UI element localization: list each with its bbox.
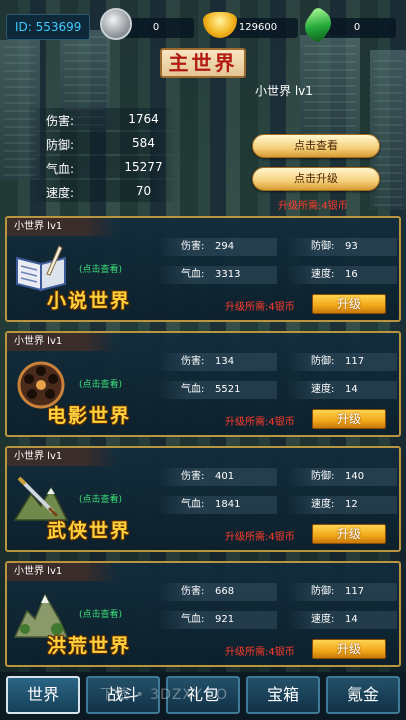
hp-label: 气血:: [181, 499, 205, 510]
hp-label: 气血:: [181, 269, 205, 280]
main-world-level: 小世界 lv1: [255, 84, 313, 98]
damage-value: 134: [215, 356, 235, 367]
world-level-tag: 小世界 lv1: [7, 333, 117, 351]
world-damage: 伤害: 294: [157, 238, 277, 256]
stat-hp: 气血: 15277: [26, 156, 176, 178]
world-speed: 速度: 14: [287, 381, 397, 399]
upgrade-main-world-button[interactable]: 点击升级: [252, 167, 380, 191]
world-speed: 速度: 12: [287, 496, 397, 514]
world-speed: 速度: 14: [287, 611, 397, 629]
world-hp: 气血: 3313: [157, 266, 277, 284]
damage-value: 668: [215, 586, 235, 597]
hp-label: 气血:: [181, 384, 205, 395]
world-hp: 气血: 5521: [157, 381, 277, 399]
world-speed: 速度: 16: [287, 266, 397, 284]
view-main-world-button[interactable]: 点击查看: [252, 134, 380, 158]
upgrade-requirement: 升级所需:4银币: [225, 647, 295, 658]
stat-defense: 防御: 584: [26, 132, 176, 154]
hp-value: 921: [215, 614, 235, 625]
world-defense: 防御: 140: [287, 468, 397, 486]
view-link[interactable]: (点击查看): [79, 262, 122, 275]
speed-value: 14: [345, 384, 358, 395]
world-hp: 气血: 1841: [157, 496, 277, 514]
main-world-title: 主世界: [160, 48, 246, 78]
stat-value: 70: [135, 184, 152, 198]
defense-label: 防御:: [311, 356, 335, 367]
world-level-tag: 小世界 lv1: [7, 563, 117, 581]
upgrade-button[interactable]: 升级: [312, 524, 386, 544]
world-damage: 伤害: 134: [157, 353, 277, 371]
damage-label: 伤害:: [181, 471, 205, 482]
damage-label: 伤害:: [181, 586, 205, 597]
hp-value: 1841: [215, 499, 241, 510]
damage-value: 401: [215, 471, 235, 482]
world-level-tag: 小世界 lv1: [7, 218, 117, 236]
stat-label: 防御:: [46, 138, 75, 152]
upgrade-button[interactable]: 升级: [312, 294, 386, 314]
world-name: 电影世界: [47, 405, 132, 427]
stat-value: 15277: [124, 160, 163, 174]
world-panel-primordial: 小世界 lv1 (点击查看) 洪荒世界 伤害: 668 防御: 117 气血: 921…: [5, 561, 401, 667]
defense-value: 117: [345, 586, 365, 597]
resource-bar: ID: 553699 0 129600 0: [0, 0, 406, 52]
hp-label: 气血:: [181, 614, 205, 625]
world-panel-wuxia: 小世界 lv1 (点击查看) 武侠世界 伤害: 401 防御: 140 气血: 184…: [5, 446, 401, 552]
stat-label: 气血:: [46, 162, 75, 176]
world-defense: 防御: 93: [287, 238, 397, 256]
world-hp: 气血: 921: [157, 611, 277, 629]
upgrade-requirement: 升级所需:4银币: [225, 532, 295, 543]
upgrade-button[interactable]: 升级: [312, 409, 386, 429]
defense-value: 140: [345, 471, 365, 482]
defense-label: 防御:: [311, 471, 335, 482]
view-link[interactable]: (点击查看): [79, 377, 122, 390]
world-damage: 伤害: 401: [157, 468, 277, 486]
world-damage: 伤害: 668: [157, 583, 277, 601]
damage-label: 伤害:: [181, 241, 205, 252]
world-name: 武侠世界: [47, 520, 132, 542]
nav-tab-recharge[interactable]: 氪金: [326, 676, 400, 714]
world-panel-novel: 小世界 lv1 (点击查看) 小说世界 伤害: 294 防御: 93 气血: 3313…: [5, 216, 401, 322]
world-level-tag: 小世界 lv1: [7, 448, 117, 466]
defense-label: 防御:: [311, 241, 335, 252]
view-link[interactable]: (点击查看): [79, 607, 122, 620]
world-name: 洪荒世界: [47, 635, 132, 657]
player-id: ID: 553699: [6, 14, 90, 40]
speed-value: 16: [345, 269, 358, 280]
speed-label: 速度:: [311, 269, 335, 280]
watermark: 下载 • 3DZXY.CO: [100, 687, 228, 703]
upgrade-requirement: 升级所需:4银币: [225, 417, 295, 428]
speed-label: 速度:: [311, 384, 335, 395]
world-name: 小说世界: [47, 290, 132, 312]
view-link[interactable]: (点击查看): [79, 492, 122, 505]
speed-label: 速度:: [311, 614, 335, 625]
world-defense: 防御: 117: [287, 583, 397, 601]
nav-tab-chest[interactable]: 宝箱: [246, 676, 320, 714]
world-defense: 防御: 117: [287, 353, 397, 371]
main-upgrade-requirement: 升级所需:4银币: [278, 201, 348, 212]
defense-label: 防御:: [311, 586, 335, 597]
stat-damage: 伤害: 1764: [26, 108, 176, 130]
nav-tab-world[interactable]: 世界: [6, 676, 80, 714]
defense-value: 93: [345, 241, 358, 252]
silver-coin-icon: [100, 8, 132, 40]
stat-value: 584: [132, 136, 155, 150]
world-panel-film: 小世界 lv1 (点击查看) 电影世界 伤害: 134 防御: 117 气血: 552…: [5, 331, 401, 437]
green-gem-icon: [299, 5, 337, 45]
damage-value: 294: [215, 241, 235, 252]
stat-label: 伤害:: [46, 114, 75, 128]
speed-value: 12: [345, 499, 358, 510]
speed-label: 速度:: [311, 499, 335, 510]
defense-value: 117: [345, 356, 365, 367]
hp-value: 5521: [215, 384, 241, 395]
stat-value: 1764: [128, 112, 159, 126]
speed-value: 14: [345, 614, 358, 625]
stat-label: 速度:: [46, 186, 75, 200]
hp-value: 3313: [215, 269, 241, 280]
upgrade-button[interactable]: 升级: [312, 639, 386, 659]
damage-label: 伤害:: [181, 356, 205, 367]
stat-speed: 速度: 70: [26, 180, 176, 202]
upgrade-requirement: 升级所需:4银币: [225, 302, 295, 313]
